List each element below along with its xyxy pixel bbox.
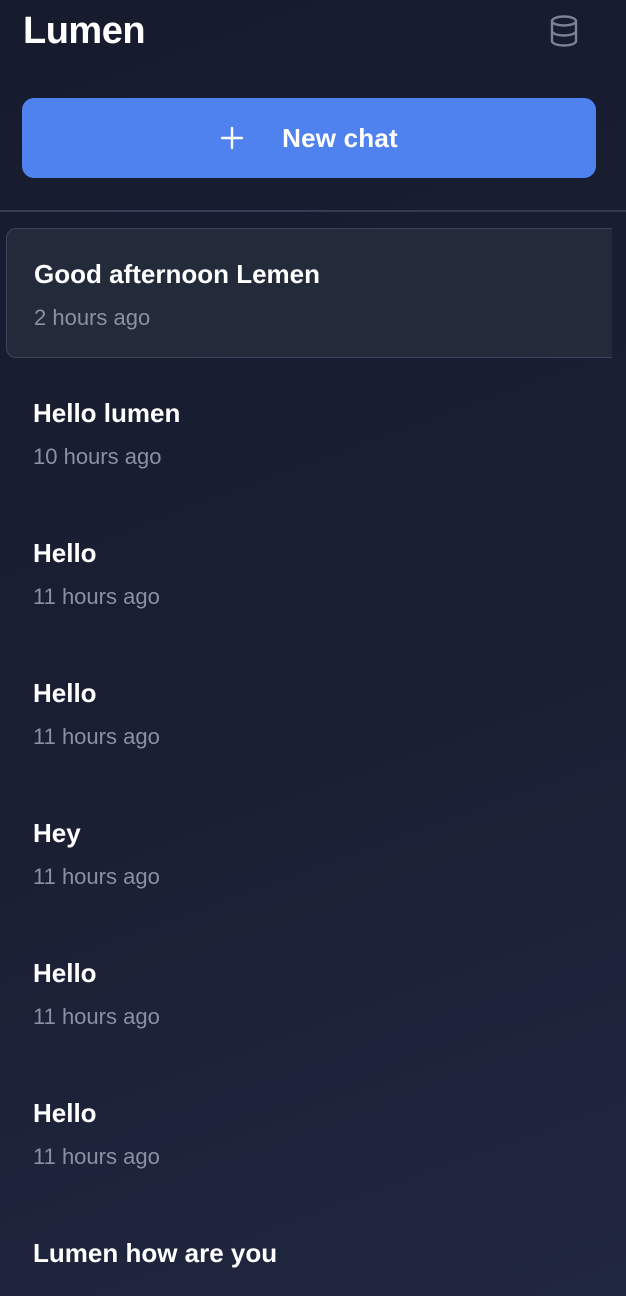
chat-history-list: Good afternoon Lemen 2 hours ago Hello l… [0,228,626,1296]
database-button[interactable] [544,10,584,52]
chat-item[interactable]: Hello 11 hours ago [6,508,612,638]
chat-item[interactable]: Hello 11 hours ago [6,648,612,778]
new-chat-label: New chat [282,122,398,153]
database-icon [550,15,578,47]
header-divider [0,210,626,212]
chat-title: Lumen how are you [33,1238,278,1268]
chat-timestamp: 11 hours ago [33,724,160,749]
chat-item[interactable]: Hello 11 hours ago [6,1068,612,1198]
chat-timestamp: 11 hours ago [33,584,160,609]
chat-title: Hello [33,678,97,708]
chat-item[interactable]: Hey 11 hours ago [6,788,612,918]
chat-item[interactable]: Hello 11 hours ago [6,928,612,1058]
app-title: Lumen [23,10,146,52]
new-chat-button[interactable]: New chat [22,98,596,178]
plus-icon [220,126,244,150]
chat-title: Hello [33,538,97,568]
chat-item[interactable]: Lumen how are you [6,1208,612,1296]
chat-timestamp: 11 hours ago [33,1004,160,1029]
chat-timestamp: 11 hours ago [33,1144,160,1169]
chat-title: Hello lumen [33,398,181,428]
chat-timestamp: 2 hours ago [34,305,151,330]
chat-title: Hello [33,958,97,988]
chat-title: Good afternoon Lemen [34,259,320,289]
chat-item[interactable]: Hello lumen 10 hours ago [6,368,612,498]
chat-timestamp: 10 hours ago [33,444,162,469]
chat-item[interactable]: Good afternoon Lemen 2 hours ago [6,228,612,358]
chat-title: Hey [33,818,81,848]
sidebar-header: Lumen [0,0,626,64]
chat-title: Hello [33,1098,97,1128]
chat-timestamp: 11 hours ago [33,864,160,889]
